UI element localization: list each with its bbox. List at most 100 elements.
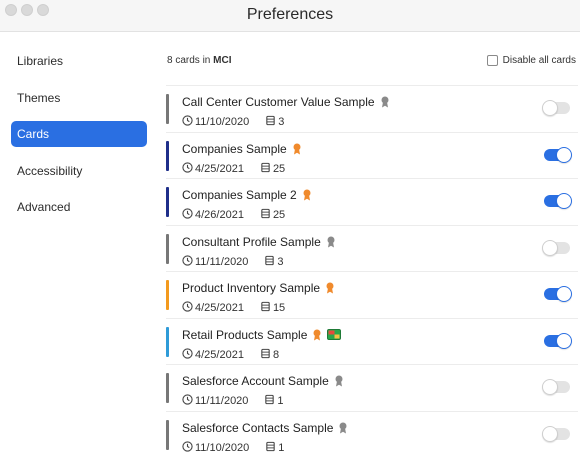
card-meta: 4/25/2021 25 [182, 161, 285, 176]
cards-panel: 8 cards in MCI Disable all cards Call Ce… [158, 33, 580, 474]
card-date: 11/11/2020 [182, 254, 248, 269]
cards-count-icon [260, 162, 273, 176]
card-enable-toggle[interactable] [544, 286, 572, 302]
card-row: Consultant Profile Sample 11/11/2020 3 [166, 224, 578, 271]
card-color-bar [166, 187, 169, 217]
card-meta: 4/25/2021 15 [182, 301, 285, 315]
library-name: MCI [213, 55, 232, 66]
card-meta: 4/26/2021 25 [182, 208, 285, 222]
card-date: 4/25/2021 [182, 347, 244, 362]
card-name: Call Center Customer Value Sample [182, 95, 375, 109]
clock-icon [182, 208, 195, 222]
card-name: Companies Sample 2 [182, 188, 297, 202]
disable-all-cards-option[interactable]: Disable all cards [486, 55, 576, 66]
card-date-value: 4/26/2021 [195, 209, 244, 221]
card-meta: 11/11/2020 3 [182, 254, 284, 269]
card-count-value: 1 [277, 395, 284, 407]
flag-icon [327, 329, 342, 340]
card-count: 1 [264, 394, 284, 408]
card-count-value: 25 [272, 209, 286, 221]
card-title: Call Center Customer Value Sample [182, 95, 390, 109]
cards-count-icon [264, 255, 277, 269]
card-count: 15 [260, 301, 285, 315]
sidebar-item-themes[interactable]: Themes [11, 85, 147, 111]
clock-icon [182, 440, 195, 455]
card-meta: 11/10/2020 1 [182, 440, 285, 455]
award-ribbon-icon [325, 282, 335, 294]
toggle-knob [542, 425, 558, 442]
card-date: 4/26/2021 [182, 208, 244, 222]
disable-all-label: Disable all cards [502, 55, 576, 66]
card-count-value: 1 [278, 441, 285, 454]
toggle-knob [556, 332, 572, 349]
clock-icon [182, 347, 195, 362]
card-meta: 4/25/2021 8 [182, 347, 279, 362]
card-enable-toggle[interactable] [544, 146, 572, 163]
card-count: 25 [260, 208, 285, 222]
sidebar-item-advanced[interactable]: Advanced [11, 194, 147, 220]
card-count: 8 [260, 348, 279, 362]
sidebar-item-accessibility[interactable]: Accessibility [11, 158, 147, 184]
card-name: Companies Sample [182, 141, 287, 156]
card-date: 11/11/2020 [182, 394, 248, 408]
card-row: Salesforce Contacts Sample 11/10/2020 1 [166, 410, 578, 457]
award-ribbon-icon [380, 96, 390, 108]
card-enable-toggle[interactable] [542, 379, 570, 395]
card-name: Salesforce Contacts Sample [182, 420, 334, 435]
card-count-value: 8 [272, 348, 280, 361]
card-date: 4/25/2021 [182, 161, 244, 176]
card-meta: 11/11/2020 1 [182, 394, 284, 408]
card-date-value: 11/11/2020 [195, 395, 249, 407]
card-row: Salesforce Account Sample 11/11/2020 1 [166, 364, 578, 410]
clock-icon [182, 301, 195, 315]
sidebar: Libraries Themes Cards Accessibility Adv… [0, 33, 158, 474]
cards-count-icon [260, 301, 273, 315]
cards-count-icon [265, 115, 278, 129]
card-count-value: 3 [278, 116, 285, 128]
clock-icon [182, 115, 195, 129]
cards-count-text: 8 cards in [167, 55, 211, 66]
card-title: Salesforce Account Sample [182, 374, 344, 388]
toggle-knob [542, 239, 558, 256]
card-name: Retail Products Sample [182, 327, 308, 342]
card-enable-toggle[interactable] [544, 193, 572, 209]
cards-count-icon [260, 348, 273, 362]
award-ribbon-icon [334, 375, 344, 387]
award-ribbon-icon [326, 236, 336, 248]
sidebar-item-libraries[interactable]: Libraries [11, 48, 147, 74]
card-count: 3 [264, 255, 284, 269]
card-color-bar [166, 373, 169, 403]
card-row: Call Center Customer Value Sample 11/10/2… [166, 85, 578, 131]
card-title: Consultant Profile Sample [182, 235, 336, 249]
toggle-knob [542, 379, 558, 395]
card-enable-toggle[interactable] [544, 332, 572, 349]
card-count: 25 [260, 162, 285, 176]
card-color-bar [166, 280, 169, 310]
sidebar-item-cards[interactable]: Cards [11, 121, 147, 147]
card-count: 3 [265, 115, 284, 129]
card-date-value: 11/10/2020 [195, 116, 250, 128]
card-title: Companies Sample 2 [182, 188, 312, 202]
card-title: Retail Products Sample [182, 327, 342, 342]
card-title: Product Inventory Sample [182, 281, 335, 295]
card-enable-toggle[interactable] [542, 239, 570, 256]
card-row: Product Inventory Sample 4/25/2021 15 [166, 271, 578, 317]
card-enable-toggle[interactable] [542, 100, 570, 116]
toggle-knob [556, 193, 572, 209]
card-enable-toggle[interactable] [542, 425, 570, 442]
toggle-knob [556, 146, 572, 163]
award-ribbon-icon [302, 189, 312, 201]
cards-count-icon [265, 441, 278, 455]
clock-icon [182, 394, 195, 408]
disable-all-checkbox[interactable] [486, 55, 498, 66]
card-count-value: 25 [272, 162, 286, 175]
card-color-bar [166, 233, 169, 264]
card-date-value: 11/10/2020 [195, 441, 250, 454]
title-bar: Preferences [0, 0, 580, 32]
card-date-value: 4/25/2021 [195, 162, 244, 175]
card-row: Companies Sample 2 4/26/2021 25 [166, 178, 578, 224]
card-row: Retail Products Sample 4/25/2021 8 [166, 317, 578, 364]
card-date: 11/10/2020 [182, 115, 249, 129]
card-date-value: 4/25/2021 [195, 302, 244, 314]
card-color-bar [166, 419, 169, 450]
